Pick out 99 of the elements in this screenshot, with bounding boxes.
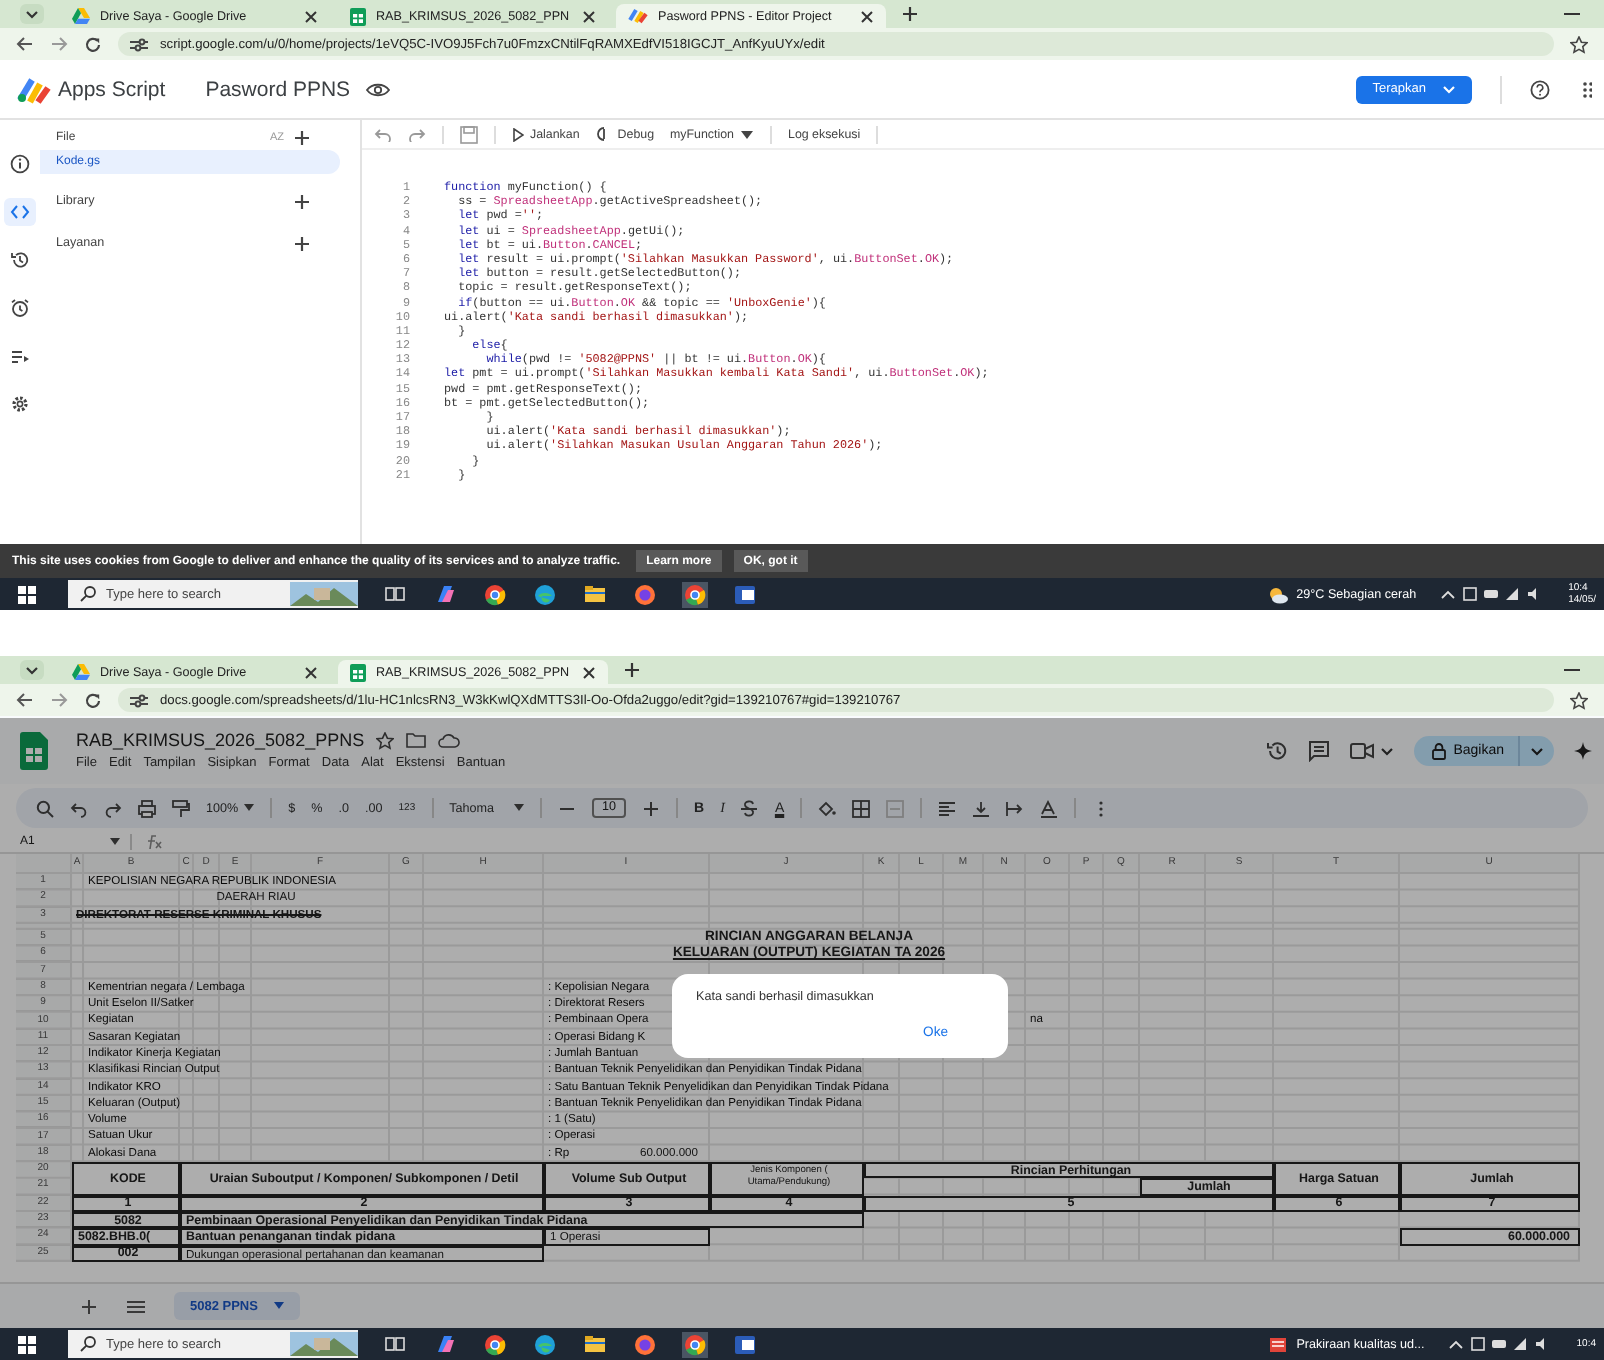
borders-icon[interactable] [852,799,871,817]
copilot-icon[interactable] [432,1331,458,1357]
site-settings-icon[interactable] [130,693,148,707]
apps-grid-icon[interactable] [1582,79,1592,99]
folder-icon[interactable] [582,581,608,607]
site-settings-icon[interactable] [130,37,148,51]
caret-icon[interactable] [20,4,44,24]
cloud-icon[interactable] [438,733,461,747]
scenery-drawing [290,582,358,606]
edge-icon[interactable] [532,1331,558,1357]
code-icon[interactable] [4,198,36,226]
history-icon[interactable] [1265,739,1288,761]
caret-icon [514,804,525,812]
menu-icon[interactable] [126,1299,146,1313]
task-view-icon[interactable] [382,581,408,607]
strikethrough-icon[interactable] [740,799,759,817]
minimize-icon[interactable] [1564,8,1580,20]
spreadsheet-logo-icon [350,7,366,25]
print-icon[interactable] [138,799,156,817]
align-left-icon[interactable] [938,799,957,817]
plus-icon[interactable] [294,130,310,146]
edge-icon[interactable] [532,581,558,607]
chrome-icon[interactable] [482,581,508,607]
forward-arrow-icon[interactable] [50,36,68,52]
add-sheet-icon[interactable] [80,1297,98,1315]
search-icon[interactable] [36,799,54,817]
minimize-icon[interactable] [1564,664,1580,676]
play-icon [512,127,524,141]
back-arrow-icon[interactable] [16,36,34,52]
sheets-logo-icon[interactable] [20,731,48,769]
triangle-logo-icon [72,8,90,24]
chrome-icon[interactable] [682,581,708,607]
windows-logo-icon[interactable] [18,1335,36,1353]
caret-icon[interactable] [110,838,120,846]
news-icon[interactable] [1268,1335,1289,1353]
align-bottom-icon[interactable] [972,799,991,817]
redo-icon[interactable] [408,127,426,141]
reload-icon[interactable] [84,35,102,53]
undo-icon[interactable] [374,127,392,141]
star-icon[interactable] [1570,691,1588,709]
firefox-icon[interactable] [632,1331,658,1357]
star-icon[interactable] [1570,35,1588,53]
caret-icon [1442,82,1456,96]
swirl-logo-icon[interactable] [16,75,52,103]
star-icon[interactable] [376,731,395,749]
plus-icon[interactable] [902,6,918,22]
sparkle-icon[interactable] [1574,741,1592,759]
scenery-drawing [290,1332,358,1356]
close-icon[interactable] [304,665,318,679]
triangle-logo-icon [72,664,90,680]
forward-arrow-icon[interactable] [50,692,68,708]
task-view-icon[interactable] [382,1331,408,1357]
app-name[interactable]: Apps Script [58,77,166,101]
weather-cloud-icon[interactable] [1268,585,1289,603]
paint-roller-icon[interactable] [172,799,190,817]
caret-icon[interactable] [20,660,44,680]
close-icon[interactable] [304,9,318,23]
folder-icon[interactable] [406,732,427,748]
document-title[interactable]: RAB_KRIMSUS_2026_5082_PPNS [76,730,365,750]
firefox-icon[interactable] [632,581,658,607]
lock-icon [1431,741,1446,759]
plus-icon[interactable] [294,193,310,209]
close-icon[interactable] [860,9,874,23]
comment-icon[interactable] [1307,739,1330,761]
swirl-logo-icon [628,8,648,24]
text-rotation-icon[interactable] [1040,799,1059,817]
back-arrow-icon[interactable] [16,692,34,708]
word-icon[interactable] [732,1331,758,1357]
windows-logo-icon[interactable] [18,585,36,603]
undo-icon[interactable] [70,799,88,817]
redo-icon[interactable] [104,799,122,817]
plus-icon[interactable] [294,235,310,251]
search-icon [80,586,96,602]
caret-icon [244,804,255,812]
chrome-icon[interactable] [482,1331,508,1357]
video-camera-icon[interactable] [1349,741,1374,759]
spreadsheet-logo-icon [350,663,366,681]
word-icon[interactable] [732,581,758,607]
visibility-icon[interactable] [366,81,391,97]
plus-icon[interactable] [642,799,661,817]
text-wrap-icon[interactable] [1006,799,1025,817]
formula-icon[interactable] [142,834,162,850]
reload-icon[interactable] [84,691,102,709]
caret-icon [273,1302,284,1310]
save-icon[interactable] [460,125,478,143]
caret-icon [1530,743,1544,757]
caret-icon [1379,743,1394,757]
caret-icon [740,129,754,139]
folder-icon[interactable] [582,1331,608,1357]
copilot-icon[interactable] [432,581,458,607]
search-icon [80,1336,96,1352]
close-icon[interactable] [582,9,596,23]
close-icon[interactable] [582,665,596,679]
project-title[interactable]: Pasword PPNS [205,77,351,101]
chrome-icon[interactable] [682,1331,708,1357]
fill-color-icon[interactable] [818,799,837,817]
plus-icon[interactable] [624,662,640,678]
help-icon[interactable] [1530,79,1550,99]
merge-cells-icon[interactable] [886,799,905,817]
